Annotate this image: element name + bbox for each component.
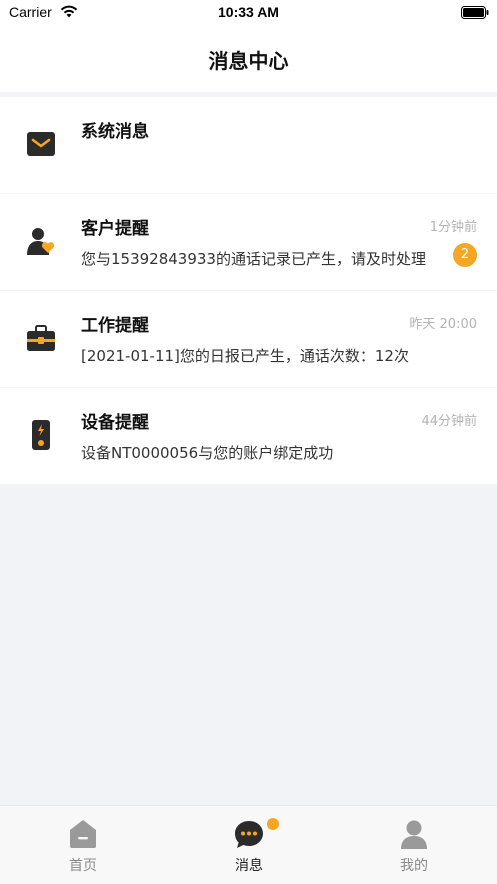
unread-dot bbox=[267, 818, 279, 830]
tab-bar: 首页 消息 我的 bbox=[0, 805, 497, 884]
message-list: 系统消息 客户提醒 1分钟前 您与15392843933的通话记录已产生，请及时… bbox=[0, 97, 497, 484]
customer-heart-icon bbox=[27, 228, 55, 255]
tab-label: 首页 bbox=[69, 858, 97, 874]
unread-badge: 2 bbox=[453, 243, 477, 267]
message-time: 44分钟前 bbox=[421, 414, 477, 429]
message-time: 1分钟前 bbox=[429, 220, 477, 235]
tab-label: 消息 bbox=[235, 858, 263, 874]
home-icon bbox=[70, 820, 96, 848]
briefcase-icon bbox=[27, 325, 55, 351]
message-preview: 您与15392843933的通话记录已产生，请及时处理 bbox=[81, 250, 426, 268]
message-preview: 设备NT0000056与您的账户绑定成功 bbox=[81, 444, 334, 462]
page-title: 消息中心 bbox=[208, 49, 289, 73]
message-title: 工作提醒 bbox=[81, 316, 149, 336]
nav-header: 消息中心 bbox=[0, 26, 497, 92]
tab-profile[interactable]: 我的 bbox=[331, 806, 497, 884]
status-time: 10:33 AM bbox=[218, 4, 279, 20]
person-icon bbox=[401, 820, 427, 849]
message-item-customer[interactable]: 客户提醒 1分钟前 您与15392843933的通话记录已产生，请及时处理 2 bbox=[0, 194, 497, 291]
message-preview: [2021-01-11]您的日报已产生，通话次数：12次 bbox=[81, 347, 409, 365]
message-item-system[interactable]: 系统消息 bbox=[0, 97, 497, 194]
device-icon bbox=[32, 420, 50, 450]
tab-messages[interactable]: 消息 bbox=[166, 806, 332, 884]
message-title: 设备提醒 bbox=[81, 413, 149, 433]
message-title: 客户提醒 bbox=[81, 219, 149, 239]
message-time: 昨天 20:00 bbox=[409, 317, 477, 332]
message-item-device[interactable]: 设备提醒 44分钟前 设备NT0000056与您的账户绑定成功 bbox=[0, 388, 497, 484]
battery-icon bbox=[461, 6, 489, 19]
tab-home[interactable]: 首页 bbox=[0, 806, 166, 884]
message-item-work[interactable]: 工作提醒 昨天 20:00 [2021-01-11]您的日报已产生，通话次数：1… bbox=[0, 291, 497, 388]
envelope-icon bbox=[27, 132, 55, 156]
status-bar: Carrier 10:33 AM bbox=[0, 0, 497, 26]
chat-bubble-icon bbox=[235, 821, 263, 848]
message-title: 系统消息 bbox=[81, 122, 149, 142]
tab-label: 我的 bbox=[400, 858, 428, 874]
